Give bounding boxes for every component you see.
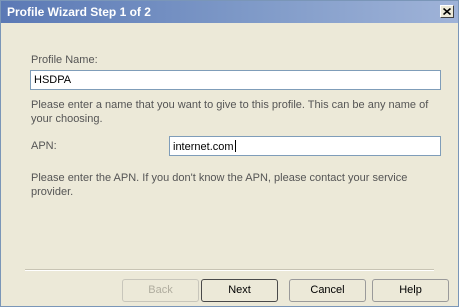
apn-value: internet.com bbox=[173, 141, 234, 153]
profile-name-value: HSDPA bbox=[34, 74, 72, 86]
profile-name-input[interactable]: HSDPA bbox=[30, 70, 441, 90]
profile-name-help-text: Please enter a name that you want to giv… bbox=[31, 99, 429, 125]
next-button[interactable]: Next bbox=[201, 279, 278, 302]
close-icon bbox=[443, 8, 451, 15]
apn-label: APN: bbox=[31, 140, 57, 152]
close-button[interactable] bbox=[440, 5, 454, 18]
profile-name-label: Profile Name: bbox=[31, 54, 98, 66]
text-caret bbox=[234, 140, 236, 152]
help-button[interactable]: Help bbox=[372, 279, 449, 302]
apn-help-text: Please enter the APN. If you don't know … bbox=[31, 172, 408, 198]
title-bar[interactable]: Profile Wizard Step 1 of 2 bbox=[1, 1, 458, 23]
profile-wizard-dialog: Profile Wizard Step 1 of 2 Profile Name:… bbox=[0, 0, 459, 307]
apn-input[interactable]: internet.com bbox=[169, 136, 441, 156]
window-title: Profile Wizard Step 1 of 2 bbox=[7, 5, 151, 19]
footer-divider bbox=[25, 269, 434, 271]
cancel-button[interactable]: Cancel bbox=[289, 279, 366, 302]
back-button[interactable]: Back bbox=[122, 279, 199, 302]
